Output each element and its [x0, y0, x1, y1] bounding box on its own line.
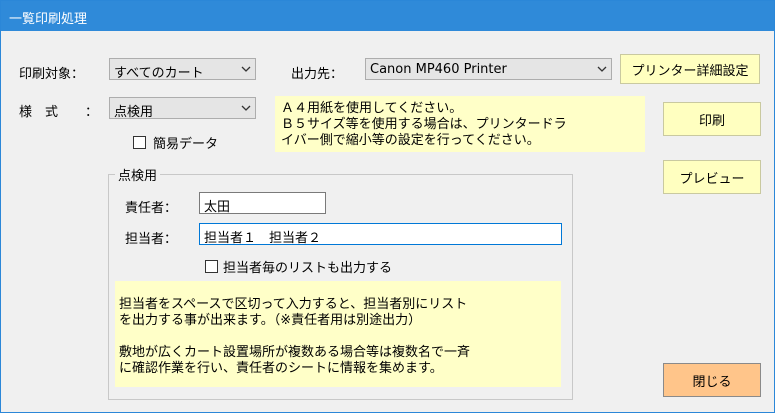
per-assignee-label: 担当者毎のリストも出力する	[223, 261, 393, 276]
output-label: 出力先：	[291, 67, 344, 82]
assignee-info: 担当者をスペースで区切って入力すると、担当者別にリスト を出力する事が出来ます。…	[115, 281, 561, 387]
simple-data-checkbox[interactable]	[133, 136, 146, 149]
preview-button[interactable]: プレビュー	[663, 160, 761, 194]
output-select[interactable]: Canon MP460 Printer	[365, 58, 612, 80]
style-select[interactable]: 点検用	[109, 97, 256, 120]
title-bar[interactable]: 一覧印刷処理	[1, 1, 774, 31]
paper-notice: Ａ４用紙を使用してください。 Ｂ５サイズ等を使用する場合は、プリンタードラ イバ…	[275, 96, 645, 152]
assignee-label: 担当者：	[125, 232, 178, 247]
style-value: 点検用	[114, 105, 154, 120]
window-title: 一覧印刷処理	[9, 12, 88, 27]
group-title: 点検用	[115, 165, 161, 184]
window: 一覧印刷処理 印刷対象： すべてのカート 出力先： Canon MP460 Pr…	[0, 0, 775, 413]
print-target-select[interactable]: すべてのカート	[109, 58, 256, 81]
assignee-value: 担当者１ 担当者２	[204, 231, 322, 246]
print-button[interactable]: 印刷	[663, 102, 761, 136]
style-colon: ：	[85, 105, 99, 120]
responsible-input[interactable]: 太田	[199, 192, 326, 215]
responsible-label: 責任者：	[125, 201, 178, 216]
printer-settings-button[interactable]: プリンター詳細設定	[620, 54, 760, 84]
print-target-value: すべてのカート	[114, 66, 204, 81]
assignee-input[interactable]: 担当者１ 担当者２	[199, 223, 562, 246]
chevron-down-icon	[241, 66, 251, 72]
chevron-down-icon	[241, 105, 251, 111]
style-label: 様 式	[19, 105, 59, 120]
output-value: Canon MP460 Printer	[370, 62, 507, 77]
per-assignee-checkbox[interactable]	[205, 260, 218, 273]
responsible-value: 太田	[204, 200, 231, 215]
print-target-label: 印刷対象：	[19, 67, 85, 82]
close-button[interactable]: 閉じる	[663, 363, 761, 397]
simple-data-label: 簡易データ	[153, 137, 219, 152]
chevron-down-icon	[597, 66, 607, 72]
